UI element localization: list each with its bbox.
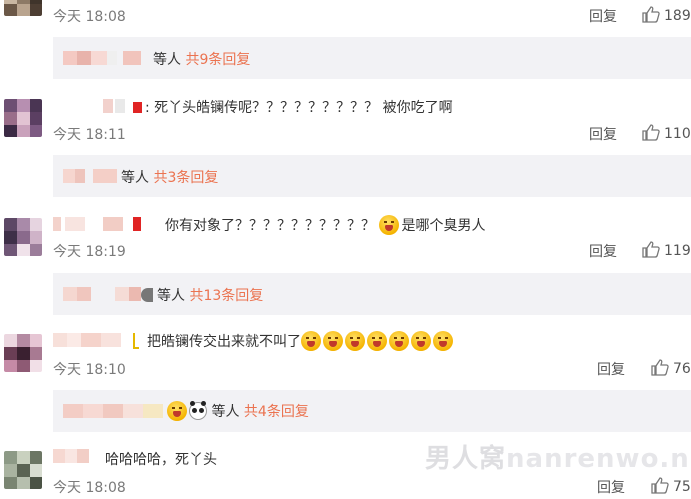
reply-button[interactable]: 回复: [589, 241, 617, 261]
comment-feed: 今天 18:08 回复 189 等人 共9条回复 : 死丫头皓镧传呢？？？？？？…: [0, 0, 691, 499]
comment-text: : 死丫头皓镧传呢？？？？？？？？？ 被你吃了啊: [133, 97, 453, 117]
like-count: 119: [664, 243, 691, 259]
thread-prefix: 等人: [157, 288, 185, 304]
comment-body: 哈哈哈哈，死丫头: [105, 452, 217, 468]
comment-time: 今天 18:08: [53, 6, 126, 26]
time-clock: 18:08: [85, 9, 126, 25]
comment-body: 把皓镧传交出来就不叫了: [147, 334, 301, 350]
grin-emoji-icon: [323, 331, 343, 351]
like-count: 110: [664, 126, 691, 142]
thread-count-link[interactable]: 共4条回复: [244, 404, 309, 420]
reply-button[interactable]: 回复: [597, 359, 625, 379]
like-button[interactable]: 189: [642, 6, 691, 24]
thumbs-up-icon: [642, 241, 660, 258]
grin-emoji-icon: [389, 331, 409, 351]
comment-text: 哈哈哈哈，死丫头: [105, 449, 217, 469]
name-mosaic: [63, 169, 119, 183]
thread-count-link[interactable]: 共3条回复: [153, 170, 218, 186]
thread-count-link[interactable]: 共13条回复: [189, 288, 263, 304]
vip-badge-icon: [133, 333, 139, 349]
avatar[interactable]: [4, 334, 42, 372]
grin-emoji-icon: [379, 215, 400, 235]
grin-emoji-icon: [345, 331, 365, 351]
reply-button[interactable]: 回复: [597, 477, 625, 497]
watermark: 男人窝nanrenwo.net: [425, 438, 691, 475]
like-button[interactable]: 119: [642, 241, 691, 259]
reply-thread[interactable]: 等人 共3条回复: [53, 155, 691, 197]
like-button[interactable]: 110: [642, 124, 691, 142]
like-button[interactable]: 76: [651, 359, 691, 377]
thread-prefix: 等人: [211, 404, 240, 420]
thumbs-up-icon: [642, 124, 660, 141]
time-day: 今天: [53, 480, 81, 496]
thumbs-up-icon: [651, 359, 669, 376]
watermark-latin: nanrenwo.net: [506, 444, 691, 474]
time-clock: 18:19: [85, 244, 126, 260]
time-clock: 18:08: [85, 480, 126, 496]
avatar[interactable]: [4, 0, 42, 16]
comment-text: 你有对象了？？？？？？？？？？ 是哪个臭男人: [165, 215, 485, 235]
name-mosaic: [53, 333, 133, 347]
watermark-cn: 男人窝: [425, 444, 507, 474]
comment-time: 今天 18:08: [53, 477, 126, 497]
thumbs-up-icon: [651, 477, 669, 494]
comment-body: 死丫头皓镧传呢？？？？？？？？？ 被你吃了啊: [154, 100, 453, 116]
comment-time: 今天 18:10: [53, 359, 126, 379]
thread-summary[interactable]: 等人 共9条回复: [153, 49, 250, 69]
thread-summary[interactable]: 等人 共13条回复: [141, 285, 263, 305]
comment-text: 把皓镧传交出来就不叫了: [133, 331, 455, 351]
avatar-fragment-icon: [141, 288, 153, 302]
member-badge-icon: [133, 102, 142, 113]
avatar[interactable]: [4, 99, 42, 137]
reply-button[interactable]: 回复: [589, 124, 617, 144]
grin-emoji-icon: [367, 331, 387, 351]
time-clock: 18:10: [85, 362, 126, 378]
time-day: 今天: [53, 244, 81, 260]
like-count: 75: [673, 479, 691, 495]
reply-thread[interactable]: 等人 共4条回复: [53, 390, 691, 432]
reply-button[interactable]: 回复: [589, 6, 617, 26]
like-count: 189: [664, 8, 691, 24]
thread-summary[interactable]: 等人 共3条回复: [121, 167, 218, 187]
time-clock: 18:11: [85, 127, 126, 143]
thread-count-link[interactable]: 共9条回复: [185, 52, 250, 68]
name-mosaic: [63, 51, 143, 65]
grin-emoji-icon: [433, 331, 453, 351]
panda-icon: [189, 401, 207, 420]
comment-body-tail: 是哪个臭男人: [401, 218, 486, 234]
like-count: 76: [673, 361, 691, 377]
reply-thread[interactable]: 等人 共9条回复: [53, 37, 691, 79]
comment-body: 你有对象了？？？？？？？？？？: [165, 218, 375, 234]
time-day: 今天: [53, 127, 81, 143]
thread-prefix: 等人: [121, 170, 149, 186]
comment-time: 今天 18:11: [53, 124, 126, 144]
thread-summary[interactable]: 等人 共4条回复: [167, 401, 309, 421]
thumbs-up-icon: [642, 6, 660, 23]
name-mosaic: [103, 99, 133, 113]
grin-emoji-icon: [411, 331, 431, 351]
avatar[interactable]: [4, 218, 42, 256]
thread-prefix: 等人: [153, 52, 181, 68]
time-day: 今天: [53, 362, 81, 378]
like-button[interactable]: 75: [651, 477, 691, 495]
reply-thread[interactable]: 等人 共13条回复: [53, 273, 691, 315]
grin-emoji-icon: [167, 401, 187, 421]
grin-emoji-icon: [301, 331, 321, 351]
name-mosaic: [53, 449, 97, 463]
name-mosaic: [63, 287, 143, 301]
avatar[interactable]: [4, 451, 42, 489]
time-day: 今天: [53, 9, 81, 25]
comment-time: 今天 18:19: [53, 241, 126, 261]
name-mosaic: [53, 217, 151, 231]
name-mosaic: [63, 404, 163, 418]
